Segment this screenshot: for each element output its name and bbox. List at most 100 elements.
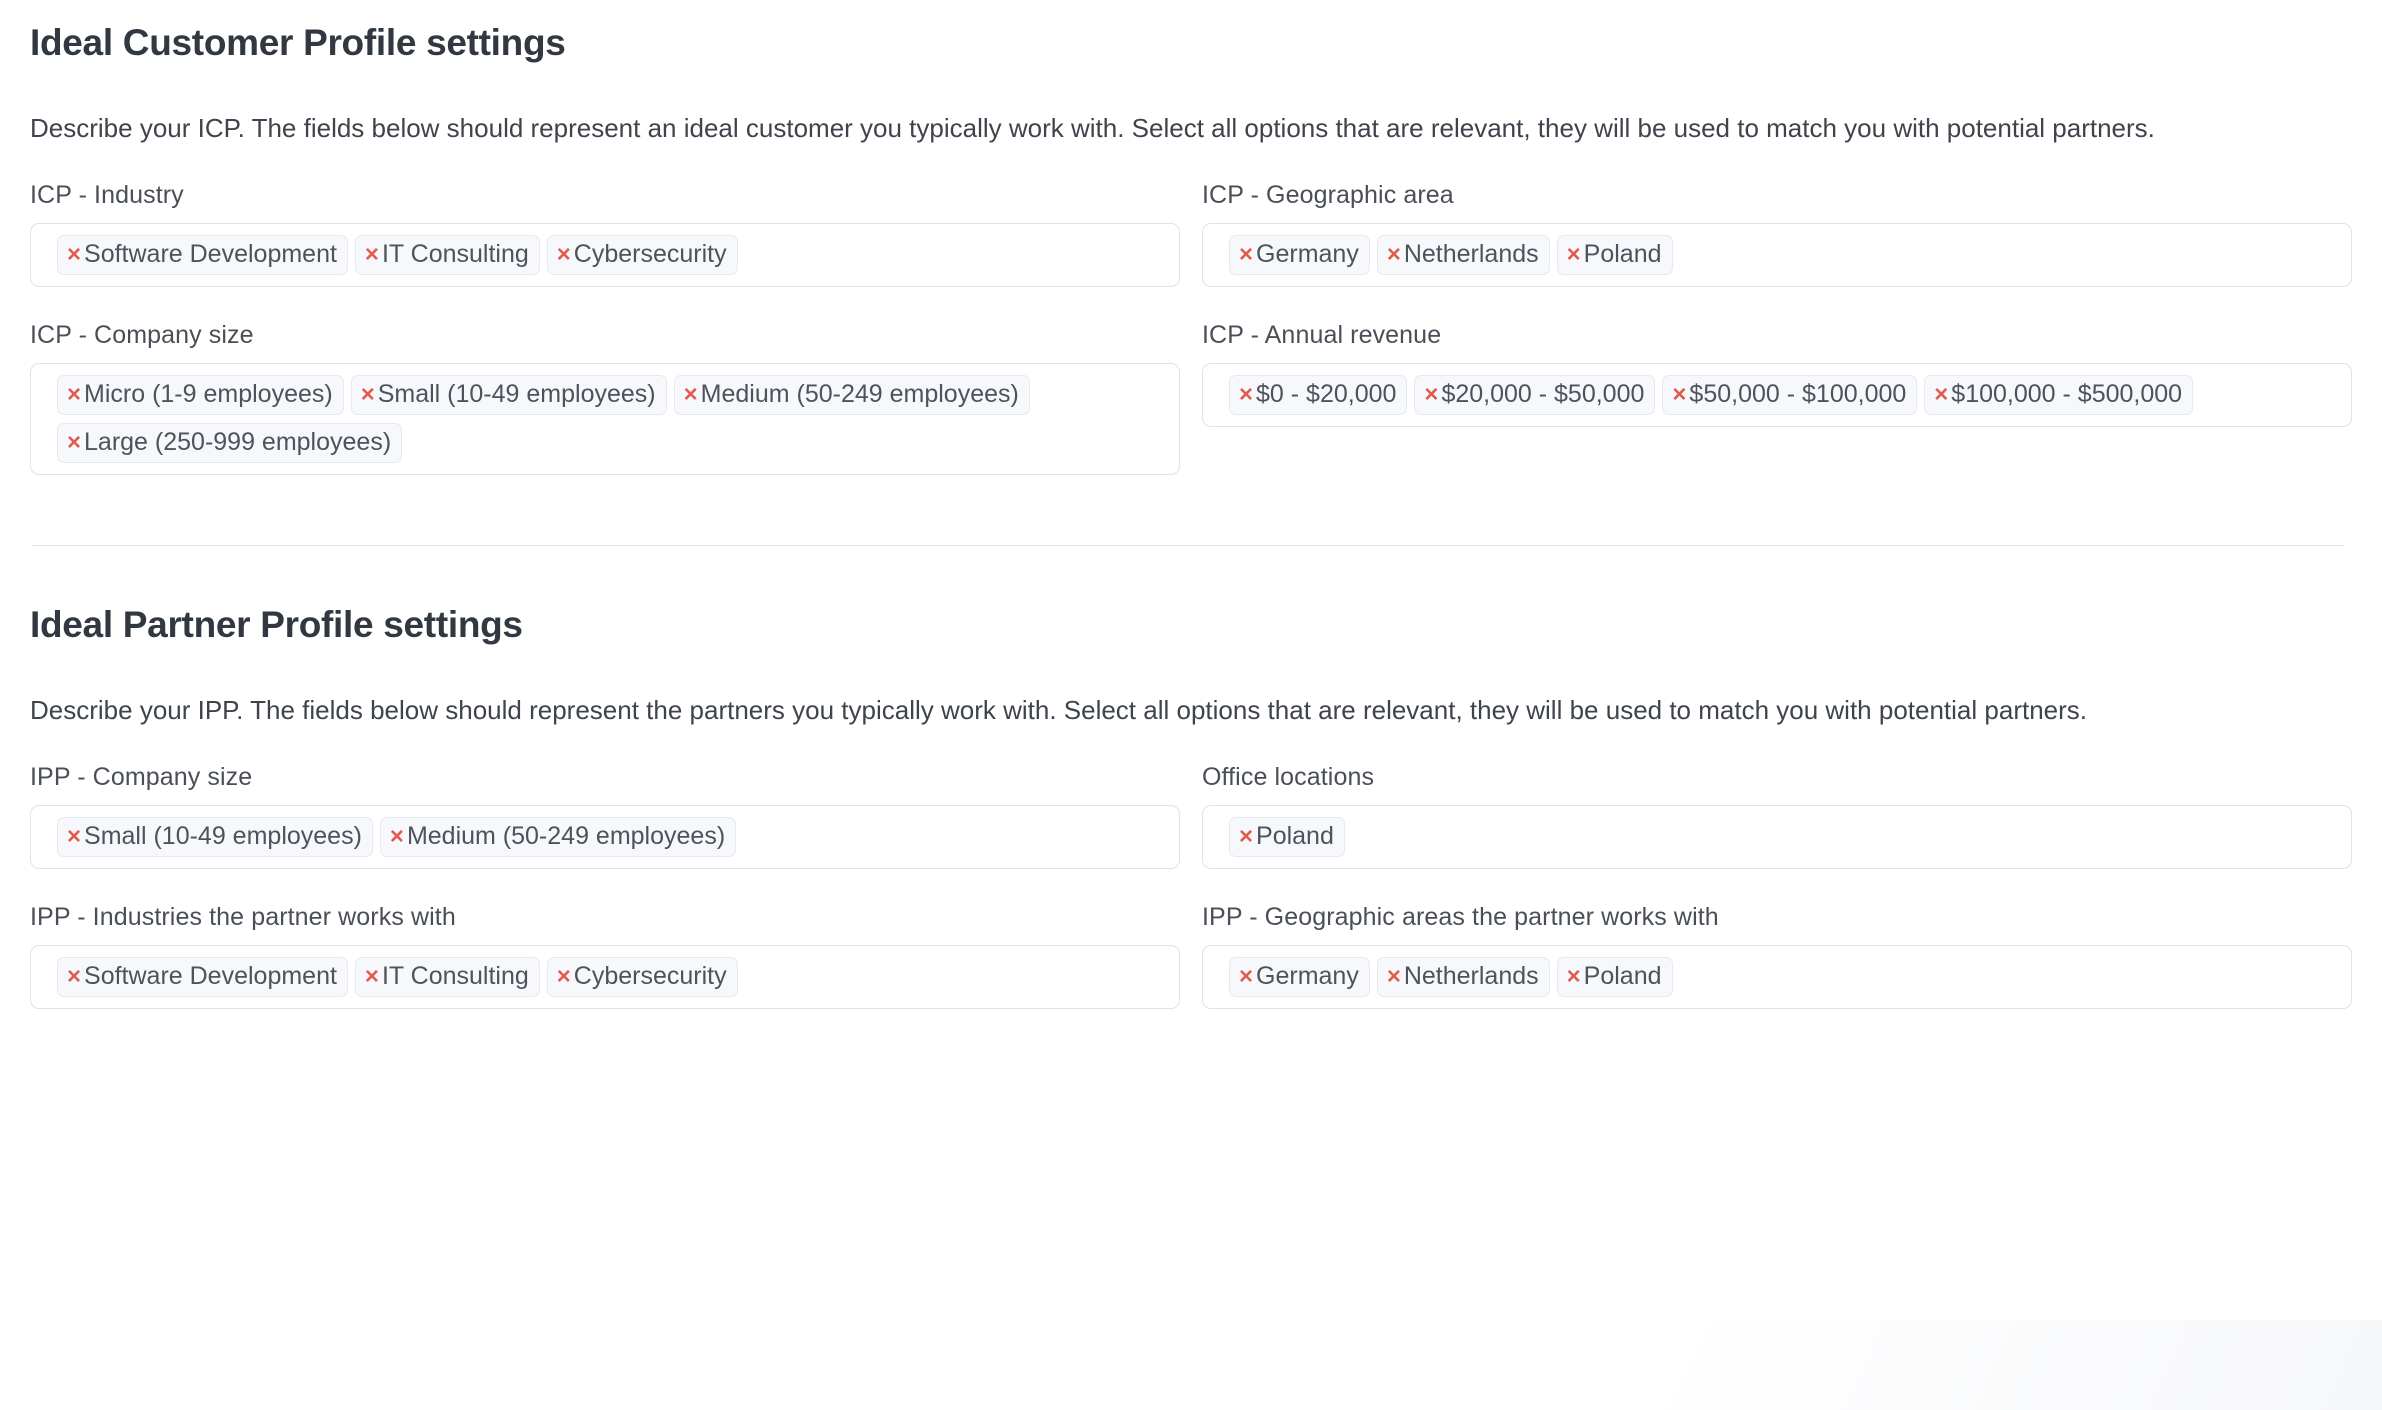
tag-label: $0 - $20,000 [1256,379,1397,408]
tag-input-icp-industry[interactable]: × Software Development × IT Consulting ×… [30,222,1180,287]
ipp-description-container: Describe your IPP. The fields below shou… [30,646,2352,729]
tag-label: Netherlands [1403,239,1539,268]
tag-chip[interactable]: × Medium (50-249 employees) [379,816,737,857]
tag-chip[interactable]: × Germany [1229,234,1370,275]
field-label-ipp-company-size: IPP - Company size [30,762,253,791]
icp-company-size-column: ICP - Company size × Micro (1-9 employee… [30,287,1180,475]
field-ipp-company-size: IPP - Company size × Small (10-49 employ… [30,729,1180,869]
tag-chip[interactable]: × Software Development [57,956,348,997]
tag-label: Poland [1583,239,1662,268]
tag-input-office-locations[interactable]: × Poland [1202,804,2352,869]
tag-chip[interactable]: × Micro (1-9 employees) [57,374,344,415]
remove-tag-icon[interactable]: × [1387,243,1401,267]
tag-chip[interactable]: × Germany [1229,956,1370,997]
tag-chip[interactable]: × Poland [1229,816,1345,857]
field-icp-industry: ICP - Industry × Software Development × … [30,147,1180,287]
tag-chip[interactable]: × Large (250-999 employees) [57,422,403,463]
tag-label: Cybersecurity [573,239,727,268]
remove-tag-icon[interactable]: × [67,825,81,849]
tag-input-icp-company-size[interactable]: × Micro (1-9 employees) × Small (10-49 e… [30,362,1180,475]
icp-ipp-settings-page: Ideal Customer Profile settings Describe… [0,0,2382,1009]
remove-tag-icon[interactable]: × [67,383,81,407]
icp-geographic-area-column: ICP - Geographic area × Germany × Nether… [1202,147,2352,287]
tag-input-icp-geographic-area[interactable]: × Germany × Netherlands × Poland [1202,222,2352,287]
remove-tag-icon[interactable]: × [1239,383,1253,407]
remove-tag-icon[interactable]: × [67,965,81,989]
tag-label: Software Development [84,239,337,268]
tag-input-ipp-geographic-areas[interactable]: × Germany × Netherlands × Poland [1202,944,2352,1009]
remove-tag-icon[interactable]: × [67,431,81,455]
icp-section-title: Ideal Customer Profile settings [30,22,566,63]
field-label-icp-company-size: ICP - Company size [30,320,254,349]
tag-chip[interactable]: × $0 - $20,000 [1229,374,1408,415]
tag-label: Medium (50-249 employees) [406,821,726,850]
tag-chip[interactable]: × Netherlands [1376,234,1550,275]
remove-tag-icon[interactable]: × [1934,383,1948,407]
ipp-section: Ideal Partner Profile settings Describe … [30,546,2352,1009]
remove-tag-icon[interactable]: × [1672,383,1686,407]
tag-chip[interactable]: × Small (10-49 employees) [350,374,667,415]
tag-chip[interactable]: × $100,000 - $500,000 [1924,374,2194,415]
tag-label: $20,000 - $50,000 [1441,379,1645,408]
field-label-icp-industry: ICP - Industry [30,180,184,209]
tag-chip[interactable]: × Cybersecurity [546,234,738,275]
tag-chip[interactable]: × Poland [1556,234,1673,275]
field-ipp-geographic-areas: IPP - Geographic areas the partner works… [1202,869,2352,1009]
tag-label: Cybersecurity [573,961,727,990]
tag-chip[interactable]: × Poland [1556,956,1673,997]
field-label-icp-geographic-area: ICP - Geographic area [1202,180,1454,209]
remove-tag-icon[interactable]: × [1567,965,1581,989]
tag-input-ipp-industries[interactable]: × Software Development × IT Consulting ×… [30,944,1180,1009]
ipp-company-size-column: IPP - Company size × Small (10-49 employ… [30,729,1180,869]
ipp-fields-grid: IPP - Company size × Small (10-49 employ… [30,729,2352,1009]
tag-chip[interactable]: × Cybersecurity [546,956,738,997]
field-icp-geographic-area: ICP - Geographic area × Germany × Nether… [1202,147,2352,287]
ipp-section-title: Ideal Partner Profile settings [30,603,523,645]
icp-section-description: Describe your ICP. The fields below shou… [30,113,2155,143]
tag-chip[interactable]: × $50,000 - $100,000 [1662,374,1918,415]
tag-label: Germany [1256,961,1359,990]
tag-chip[interactable]: × Software Development [57,234,348,275]
tag-label: Micro (1-9 employees) [84,379,333,408]
remove-tag-icon[interactable]: × [365,243,379,267]
tag-label: Small (10-49 employees) [84,821,362,850]
icp-industry-column: ICP - Industry × Software Development × … [30,147,1180,287]
remove-tag-icon[interactable]: × [67,243,81,267]
tag-input-ipp-company-size[interactable]: × Small (10-49 employees) × Medium (50-2… [30,804,1180,869]
icp-annual-revenue-column: ICP - Annual revenue × $0 - $20,000 × $2… [1202,287,2352,475]
tag-chip[interactable]: × Small (10-49 employees) [57,816,373,857]
remove-tag-icon[interactable]: × [1424,383,1438,407]
remove-tag-icon[interactable]: × [557,965,571,989]
remove-tag-icon[interactable]: × [1239,243,1253,267]
field-office-locations: Office locations × Poland [1202,729,2352,869]
tag-label: $100,000 - $500,000 [1951,379,2183,408]
tag-chip[interactable]: × Medium (50-249 employees) [673,374,1030,415]
tag-label: Germany [1256,239,1359,268]
remove-tag-icon[interactable]: × [684,383,698,407]
tag-chip[interactable]: × IT Consulting [354,956,540,997]
tag-label: Medium (50-249 employees) [700,379,1019,408]
tag-chip[interactable]: × $20,000 - $50,000 [1414,374,1656,415]
field-label-ipp-geographic-areas: IPP - Geographic areas the partner works… [1202,902,1719,931]
tag-label: Netherlands [1403,961,1539,990]
remove-tag-icon[interactable]: × [361,383,375,407]
bottom-gradient-overlay [1282,1320,2382,1410]
remove-tag-icon[interactable]: × [1387,965,1401,989]
field-icp-company-size: ICP - Company size × Micro (1-9 employee… [30,287,1180,475]
remove-tag-icon[interactable]: × [365,965,379,989]
remove-tag-icon[interactable]: × [390,825,404,849]
field-label-office-locations: Office locations [1202,762,1375,791]
tag-label: Small (10-49 employees) [377,379,656,408]
remove-tag-icon[interactable]: × [1239,965,1253,989]
remove-tag-icon[interactable]: × [1567,243,1581,267]
remove-tag-icon[interactable]: × [1239,825,1253,849]
tag-chip[interactable]: × IT Consulting [354,234,540,275]
ipp-industries-column: IPP - Industries the partner works with … [30,869,1180,1009]
tag-label: IT Consulting [381,239,529,268]
tag-input-icp-annual-revenue[interactable]: × $0 - $20,000 × $20,000 - $50,000 × $50… [1202,362,2352,427]
tag-label: Poland [1256,821,1334,850]
remove-tag-icon[interactable]: × [557,243,571,267]
field-label-ipp-industries: IPP - Industries the partner works with [30,902,456,931]
icp-section: Ideal Customer Profile settings Describe… [30,0,2352,475]
tag-chip[interactable]: × Netherlands [1376,956,1550,997]
